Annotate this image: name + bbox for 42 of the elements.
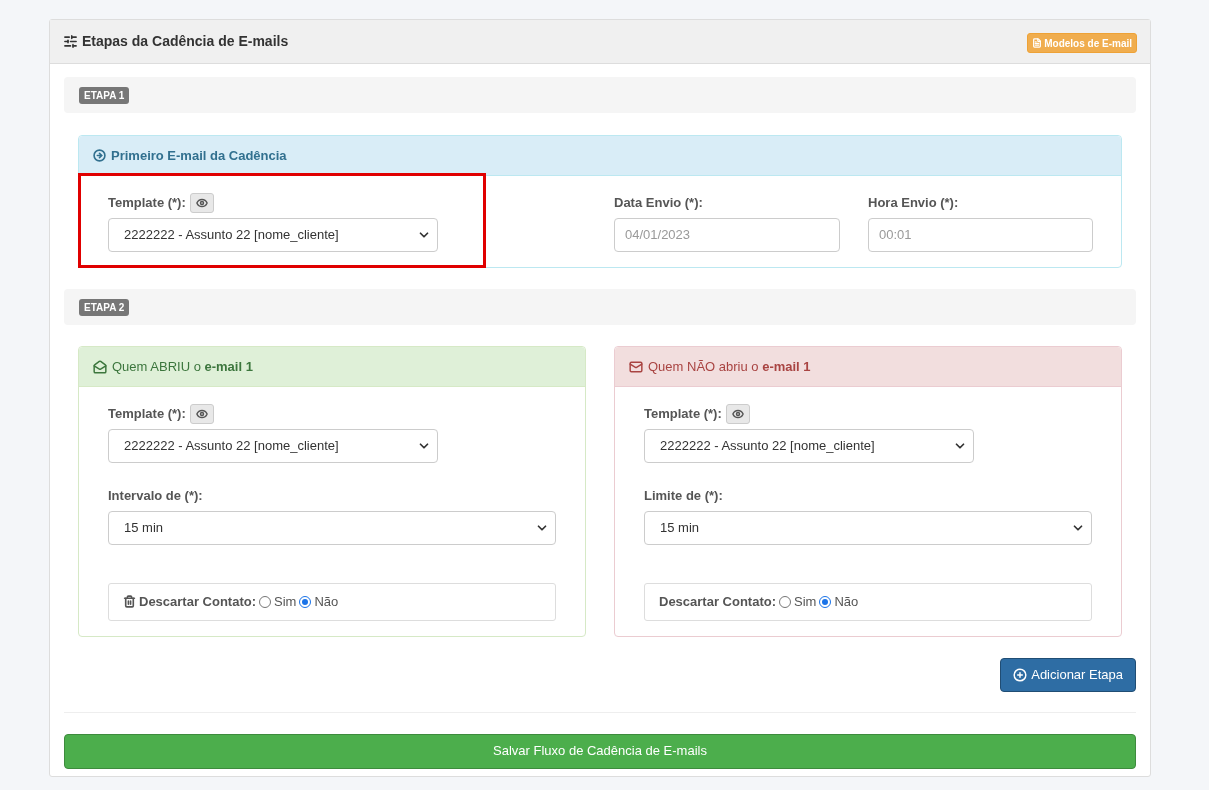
time-field[interactable]: 00:01	[868, 217, 1093, 252]
envelope-icon	[629, 359, 643, 374]
card-title: Quem ABRIU o e-mail 1	[112, 357, 253, 376]
interval-select[interactable]: 15 min	[108, 510, 556, 545]
interval-select[interactable]: 15 min	[644, 510, 1092, 545]
field-label: Hora Envio (*):	[868, 194, 960, 212]
step-badge: ETAPA 2	[79, 298, 130, 316]
field-label: Template (*):	[644, 405, 722, 424]
radio-button[interactable]	[779, 595, 792, 608]
eye-icon	[195, 197, 208, 209]
radio-label: Não	[834, 592, 859, 611]
open-envelope-icon	[93, 359, 107, 374]
template-select[interactable]: 2222222 - Assunto 22 [nome_cliente]	[644, 429, 974, 463]
card-title: Quem NÃO abriu o e-mail 1	[648, 357, 811, 376]
template-select[interactable]: 2222222 - Assunto 22 [nome_cliente]	[108, 218, 438, 252]
field-label: Template (*):	[108, 405, 186, 424]
radio-label: Sim	[274, 592, 297, 611]
arrow-right-circle-icon	[93, 149, 106, 162]
radio-label: Sim	[794, 592, 817, 611]
plus-circle-icon	[1013, 667, 1028, 682]
file-icon	[1032, 38, 1043, 48]
discard-label: Descartar Contato:	[659, 592, 777, 611]
radio-label: Não	[314, 592, 339, 611]
preview-button[interactable]	[189, 404, 214, 424]
radio-button[interactable]	[259, 595, 272, 608]
preview-button[interactable]	[725, 404, 750, 424]
step-badge: ETAPA 1	[79, 86, 130, 104]
template-select[interactable]: 2222222 - Assunto 22 [nome_cliente]	[108, 429, 438, 463]
add-step-button[interactable]: Adicionar Etapa	[1000, 657, 1136, 692]
discard-label: Descartar Contato:	[139, 592, 257, 611]
date-field[interactable]: 04/01/2023	[614, 217, 840, 252]
field-label: Template (*):	[108, 194, 186, 213]
panel-title: Etapas da Cadência de E-mails	[82, 32, 289, 51]
field-label: Limite de (*):	[644, 487, 724, 505]
sliders-icon	[63, 34, 78, 49]
eye-icon	[195, 408, 208, 420]
field-label: Intervalo de (*):	[108, 487, 204, 505]
trash-icon	[123, 595, 136, 608]
field-label: Data Envio (*):	[614, 194, 704, 212]
eye-icon	[731, 408, 744, 420]
preview-button[interactable]	[189, 193, 214, 213]
card-title: Primeiro E-mail da Cadência	[111, 146, 287, 165]
